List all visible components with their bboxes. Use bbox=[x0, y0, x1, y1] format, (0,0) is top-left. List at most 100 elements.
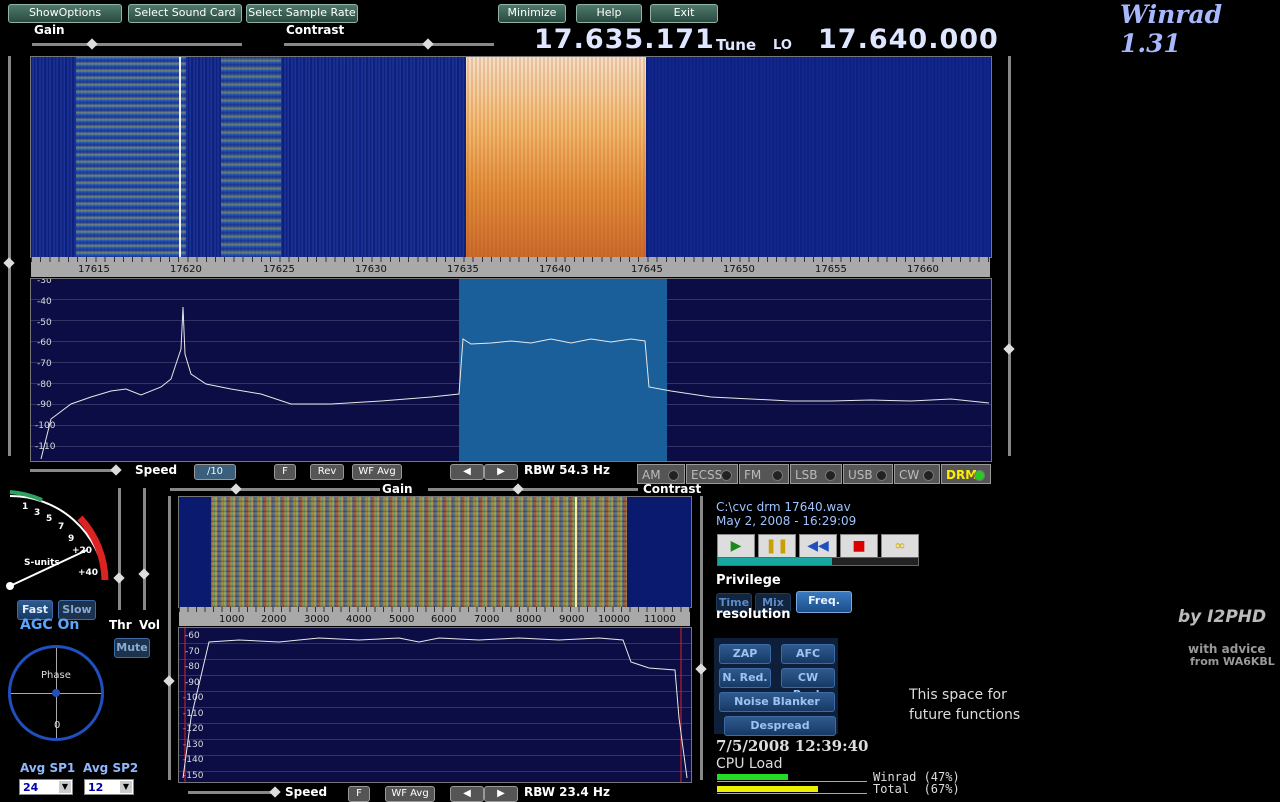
cpu-winrad-bar bbox=[717, 774, 867, 782]
rewind-icon[interactable]: ◀◀ bbox=[799, 534, 837, 558]
sub-axis-tick: 6000 bbox=[431, 614, 457, 625]
main-spectrum-trace bbox=[40, 306, 990, 460]
pause-icon[interactable]: ❚❚ bbox=[758, 534, 796, 558]
contrast-slider-thumb[interactable] bbox=[422, 38, 434, 50]
vol-slider-thumb[interactable] bbox=[138, 568, 150, 580]
main-frequency-axis: 17615 17620 17625 17630 17635 17640 1764… bbox=[31, 257, 990, 277]
s-meter-label: S-units bbox=[24, 558, 60, 568]
s-meter-tick: +20 bbox=[72, 546, 93, 556]
playback-progress[interactable] bbox=[717, 557, 919, 566]
mode-lsb[interactable]: LSB bbox=[790, 464, 842, 484]
stop-icon[interactable]: ■ bbox=[840, 534, 878, 558]
main-axis-tick: 17645 bbox=[631, 264, 663, 275]
mode-label: LSB bbox=[795, 468, 818, 482]
speed-slider[interactable] bbox=[30, 469, 118, 472]
gain-slider[interactable] bbox=[32, 43, 242, 46]
mode-ecss[interactable]: ECSS bbox=[686, 464, 738, 484]
sub-gain-slider[interactable] bbox=[170, 488, 380, 491]
sub-axis-tick: 3000 bbox=[304, 614, 330, 625]
select-sound-card-button[interactable]: Select Sound Card bbox=[128, 4, 242, 23]
s-meter-tick: 9 bbox=[68, 534, 75, 544]
phase-zero-label: 0 bbox=[54, 720, 61, 731]
avg-sp2-select[interactable]: 12 ▼ bbox=[84, 779, 134, 795]
sub-right-vertical-slider-thumb[interactable] bbox=[695, 663, 707, 675]
rbw-left-arrow[interactable]: ◀ bbox=[450, 464, 484, 480]
right-vertical-slider[interactable] bbox=[1008, 56, 1011, 456]
select-sample-rate-button[interactable]: Select Sample Rate bbox=[246, 4, 358, 23]
main-axis-tick: 17625 bbox=[263, 264, 295, 275]
right-vertical-slider-thumb[interactable] bbox=[1003, 343, 1015, 355]
avg-sp2-value: 12 bbox=[88, 781, 104, 794]
sub-axis-tick: 5000 bbox=[389, 614, 415, 625]
avg-sp1-select[interactable]: 24 ▼ bbox=[19, 779, 73, 795]
sub-speed-slider[interactable] bbox=[188, 791, 278, 794]
rev-button[interactable]: Rev bbox=[310, 464, 344, 480]
advice-credit-line1: with advice bbox=[1188, 642, 1266, 656]
mode-cw[interactable]: CW bbox=[894, 464, 940, 484]
sub-left-vertical-slider-thumb[interactable] bbox=[163, 675, 175, 687]
sub-axis-tick: 8000 bbox=[516, 614, 542, 625]
sub-speed-label: Speed bbox=[285, 785, 328, 799]
sub-waterfall[interactable] bbox=[178, 496, 692, 608]
s-meter-tick: 3 bbox=[34, 508, 41, 518]
exit-button[interactable]: Exit bbox=[650, 4, 718, 23]
loop-icon[interactable]: ∞ bbox=[881, 534, 919, 558]
mode-fm[interactable]: FM bbox=[739, 464, 789, 484]
mode-led-icon bbox=[825, 470, 836, 481]
zap-button[interactable]: ZAP bbox=[719, 644, 771, 664]
lo-frequency[interactable]: 17.640.000 bbox=[818, 24, 999, 55]
sub-speed-slider-thumb[interactable] bbox=[269, 786, 281, 798]
sub-gain-label: Gain bbox=[382, 482, 413, 496]
main-waterfall[interactable] bbox=[30, 56, 992, 258]
afc-button[interactable]: AFC bbox=[781, 644, 835, 664]
left-vertical-slider-thumb[interactable] bbox=[3, 257, 15, 269]
file-date: May 2, 2008 - 16:29:09 bbox=[716, 514, 857, 528]
show-options-button[interactable]: ShowOptions bbox=[8, 4, 122, 23]
mode-usb[interactable]: USB bbox=[843, 464, 893, 484]
mode-label: USB bbox=[848, 468, 873, 482]
sub-frequency-axis: 1000 2000 3000 4000 5000 6000 7000 8000 … bbox=[179, 607, 690, 626]
contrast-slider[interactable] bbox=[284, 43, 494, 46]
main-spectrum[interactable]: -30 -40 -50 -60 -70 -80 -90 -100 -110 bbox=[30, 278, 992, 462]
chevron-down-icon[interactable]: ▼ bbox=[59, 781, 71, 793]
sub-gain-slider-thumb[interactable] bbox=[230, 483, 242, 495]
mode-led-icon bbox=[876, 470, 887, 481]
f-button[interactable]: F bbox=[274, 464, 296, 480]
help-button[interactable]: Help bbox=[576, 4, 642, 23]
thr-slider[interactable] bbox=[118, 488, 121, 610]
sub-right-vertical-slider[interactable] bbox=[700, 496, 703, 780]
div10-button[interactable]: /10 bbox=[194, 464, 236, 480]
mode-label: CW bbox=[899, 468, 920, 482]
author-credit: by I2PHD bbox=[1178, 607, 1267, 627]
thr-slider-thumb[interactable] bbox=[113, 572, 125, 584]
agc-status: AGC On bbox=[20, 617, 80, 633]
speed-label: Speed bbox=[135, 463, 178, 477]
sub-contrast-slider[interactable] bbox=[428, 488, 638, 491]
wf-avg-button[interactable]: WF Avg bbox=[352, 464, 402, 480]
sub-axis-tick: 9000 bbox=[559, 614, 585, 625]
mode-label: FM bbox=[744, 468, 762, 482]
sub-left-vertical-slider[interactable] bbox=[168, 496, 171, 780]
s-meter: 1 3 5 7 9 +20 +40 S-units bbox=[2, 488, 112, 592]
mode-led-icon bbox=[923, 470, 934, 481]
noise-reduction-button[interactable]: N. Red. bbox=[719, 668, 771, 688]
sub-contrast-slider-thumb[interactable] bbox=[512, 483, 524, 495]
noise-blanker-button[interactable]: Noise Blanker bbox=[719, 692, 835, 712]
rbw-right-arrow[interactable]: ▶ bbox=[484, 464, 518, 480]
sub-spectrum[interactable]: -60 -70 -80 -90 -100 -110 -120 -130 -140… bbox=[178, 627, 692, 783]
cw-peak-button[interactable]: CW Peak bbox=[781, 668, 835, 701]
despread-button[interactable]: Despread bbox=[724, 716, 836, 736]
privilege-freq-button[interactable]: Freq. bbox=[796, 591, 852, 613]
play-icon[interactable]: ▶ bbox=[717, 534, 755, 558]
chevron-down-icon[interactable]: ▼ bbox=[120, 781, 132, 793]
mute-button[interactable]: Mute bbox=[114, 638, 150, 658]
mode-am[interactable]: AM bbox=[637, 464, 685, 484]
vol-slider[interactable] bbox=[143, 488, 146, 610]
lo-label: LO bbox=[773, 38, 792, 53]
minimize-button[interactable]: Minimize bbox=[498, 4, 566, 23]
mode-drm[interactable]: DRM bbox=[941, 464, 991, 484]
gain-slider-thumb[interactable] bbox=[86, 38, 98, 50]
tune-frequency[interactable]: 17.635.171 bbox=[534, 24, 715, 55]
main-axis-tick: 17660 bbox=[907, 264, 939, 275]
speed-slider-thumb[interactable] bbox=[110, 464, 122, 476]
